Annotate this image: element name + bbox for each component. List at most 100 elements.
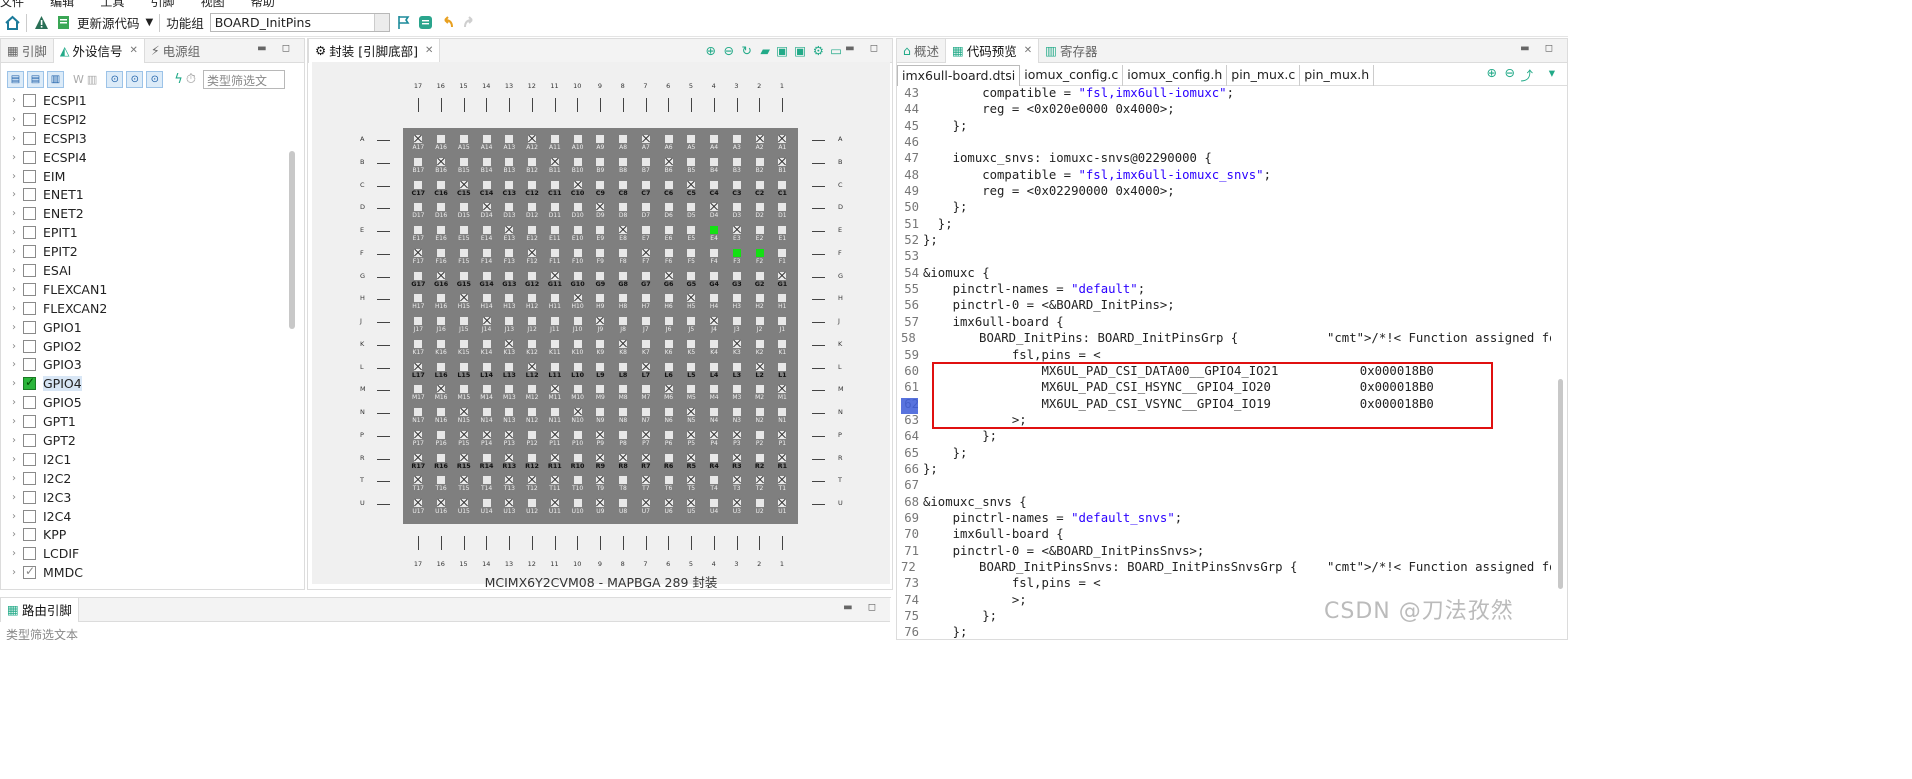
bga-ball[interactable]: A3	[726, 132, 749, 155]
bga-ball[interactable]: E16	[430, 223, 453, 246]
bga-ball[interactable]: T17	[407, 473, 430, 496]
bga-ball[interactable]: D9	[589, 200, 612, 223]
bga-ball[interactable]: J12	[521, 314, 544, 337]
bga-ball[interactable]: L12	[521, 360, 544, 383]
bga-ball[interactable]: F16	[430, 246, 453, 269]
peripheral-item[interactable]: › KPP	[5, 525, 285, 544]
bga-ball[interactable]: E2	[748, 223, 771, 246]
peripheral-checkbox[interactable]	[23, 547, 36, 561]
bga-ball[interactable]: K6	[657, 337, 680, 360]
bga-ball[interactable]: J5	[680, 314, 703, 337]
bga-ball[interactable]: F15	[453, 246, 476, 269]
bga-ball[interactable]: G1	[771, 269, 794, 292]
bga-ball[interactable]: N15	[453, 405, 476, 428]
bga-ball[interactable]: K4	[703, 337, 726, 360]
bga-ball[interactable]: G6	[657, 269, 680, 292]
bga-ball[interactable]: H4	[703, 291, 726, 314]
bga-ball[interactable]: B4	[703, 155, 726, 178]
bga-ball[interactable]: T4	[703, 473, 726, 496]
bga-ball[interactable]: A13	[498, 132, 521, 155]
bga-ball[interactable]: N14	[475, 405, 498, 428]
bga-ball[interactable]: B5	[680, 155, 703, 178]
window-controls[interactable]: ▬ ◻	[845, 43, 884, 54]
bga-ball[interactable]: D4	[703, 200, 726, 223]
bga-ball[interactable]: R17	[407, 451, 430, 474]
window-controls[interactable]: ▬ ◻	[843, 602, 882, 613]
bga-ball[interactable]: H12	[521, 291, 544, 314]
bga-ball[interactable]: D5	[680, 200, 703, 223]
peripheral-item[interactable]: › ECSPI4	[5, 148, 285, 167]
bga-ball[interactable]: T11	[544, 473, 567, 496]
bga-ball[interactable]: N16	[430, 405, 453, 428]
bga-ball[interactable]: J13	[498, 314, 521, 337]
bga-ball[interactable]: B3	[726, 155, 749, 178]
bga-ball[interactable]: E17	[407, 223, 430, 246]
chevron-right-icon[interactable]: ›	[5, 114, 23, 125]
bga-ball[interactable]: P5	[680, 428, 703, 451]
peripheral-item[interactable]: › ECSPI3	[5, 129, 285, 148]
route-filter-input[interactable]: 类型筛选文本	[6, 626, 78, 640]
view-top-icon[interactable]: ▣	[776, 43, 788, 58]
bga-ball[interactable]: J15	[453, 314, 476, 337]
bga-ball[interactable]: L1	[771, 360, 794, 383]
bga-ball[interactable]: N12	[521, 405, 544, 428]
chevron-right-icon[interactable]: ›	[5, 567, 23, 578]
peripheral-item[interactable]: › GPIO1	[5, 318, 285, 337]
bga-ball[interactable]: H5	[680, 291, 703, 314]
bga-ball[interactable]: H17	[407, 291, 430, 314]
peripheral-checkbox[interactable]	[23, 263, 36, 277]
chevron-right-icon[interactable]: ›	[5, 152, 23, 163]
bga-ball[interactable]: F12	[521, 246, 544, 269]
peripheral-item[interactable]: › I2C4	[5, 507, 285, 526]
peripheral-checkbox[interactable]	[23, 93, 36, 107]
peripheral-item[interactable]: › GPIO4	[5, 374, 285, 393]
bga-ball[interactable]: L6	[657, 360, 680, 383]
code-scrollbar[interactable]	[1558, 379, 1563, 589]
menu-file[interactable]: 文件	[0, 0, 24, 8]
menu-pins[interactable]: 引脚	[150, 0, 174, 8]
bga-ball[interactable]: F8	[612, 246, 635, 269]
bga-ball[interactable]: C7	[635, 178, 658, 201]
bga-ball[interactable]: T9	[589, 473, 612, 496]
chevron-right-icon[interactable]: ›	[5, 133, 23, 144]
peripheral-checkbox[interactable]	[23, 339, 36, 353]
peripheral-checkbox[interactable]	[23, 207, 36, 221]
bga-ball[interactable]: C13	[498, 178, 521, 201]
bga-ball[interactable]: T2	[748, 473, 771, 496]
bga-ball[interactable]: L15	[453, 360, 476, 383]
bga-ball[interactable]: G3	[726, 269, 749, 292]
filter-btn-1-icon[interactable]: ▤	[7, 70, 24, 88]
bga-ball[interactable]: K14	[475, 337, 498, 360]
bga-ball[interactable]: F13	[498, 246, 521, 269]
bga-ball[interactable]: B1	[771, 155, 794, 178]
refresh-icon[interactable]: ↻	[742, 43, 752, 58]
bga-ball[interactable]: L8	[612, 360, 635, 383]
bga-ball[interactable]: K11	[544, 337, 567, 360]
bga-ball[interactable]: U9	[589, 496, 612, 519]
peripheral-item[interactable]: › ENET2	[5, 204, 285, 223]
bga-ball[interactable]: F10	[566, 246, 589, 269]
bga-ball[interactable]: L14	[475, 360, 498, 383]
bga-ball[interactable]: G7	[635, 269, 658, 292]
bga-ball[interactable]: E11	[544, 223, 567, 246]
peripheral-item[interactable]: › GPT1	[5, 412, 285, 431]
bga-ball[interactable]: G2	[748, 269, 771, 292]
bga-ball[interactable]: G9	[589, 269, 612, 292]
bga-ball[interactable]: T16	[430, 473, 453, 496]
bga-ball[interactable]: C6	[657, 178, 680, 201]
bga-ball[interactable]: G17	[407, 269, 430, 292]
bga-ball[interactable]: C12	[521, 178, 544, 201]
bga-ball[interactable]: E6	[657, 223, 680, 246]
bga-ball[interactable]: J17	[407, 314, 430, 337]
bga-ball[interactable]: R6	[657, 451, 680, 474]
bga-ball[interactable]: C2	[748, 178, 771, 201]
bga-ball[interactable]: R4	[703, 451, 726, 474]
chevron-right-icon[interactable]: ›	[5, 208, 23, 219]
peripheral-checkbox[interactable]	[23, 490, 36, 504]
chevron-right-icon[interactable]: ›	[5, 397, 23, 408]
peripheral-checkbox[interactable]	[23, 150, 36, 164]
timer-icon[interactable]: ⏱	[186, 72, 196, 87]
close-icon[interactable]: ✕	[129, 45, 137, 56]
bga-ball[interactable]: L4	[703, 360, 726, 383]
bga-ball[interactable]: U11	[544, 496, 567, 519]
